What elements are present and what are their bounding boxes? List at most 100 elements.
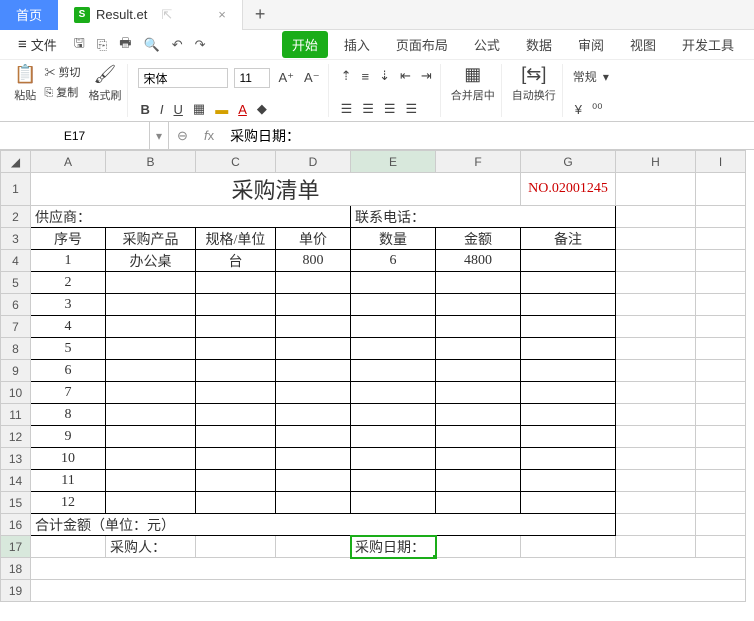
cell-price[interactable] (276, 360, 351, 382)
total-label[interactable]: 合计金额（单位：元） (31, 514, 616, 536)
cell-amount[interactable] (436, 382, 521, 404)
th-spec[interactable]: 规格/单位 (196, 228, 276, 250)
cell-seq[interactable]: 9 (31, 426, 106, 448)
cell-note[interactable] (521, 382, 616, 404)
decrease-font-icon[interactable]: A⁻ (302, 70, 322, 86)
cell-note[interactable] (521, 426, 616, 448)
menu-data[interactable]: 数据 (516, 31, 562, 58)
align-bottom-icon[interactable]: ⇣ (377, 68, 392, 84)
col-header[interactable]: C (196, 151, 276, 173)
cell-spec[interactable] (196, 338, 276, 360)
cell-qty[interactable] (351, 382, 436, 404)
cell-qty[interactable] (351, 426, 436, 448)
th-seq[interactable]: 序号 (31, 228, 106, 250)
col-header[interactable]: B (106, 151, 196, 173)
cell-price[interactable] (276, 338, 351, 360)
col-header[interactable]: I (696, 151, 746, 173)
cell-seq[interactable]: 6 (31, 360, 106, 382)
align-middle-icon[interactable]: ≡ (359, 69, 371, 84)
copy-button[interactable]: ⎘ 复制 (44, 84, 80, 100)
contact-label[interactable]: 联系电话： (351, 206, 616, 228)
row-header[interactable]: 16 (1, 514, 31, 536)
cell-product[interactable] (106, 360, 196, 382)
cell-product[interactable] (106, 338, 196, 360)
cell-qty[interactable] (351, 294, 436, 316)
row-header[interactable]: 5 (1, 272, 31, 294)
close-icon[interactable]: × (218, 7, 226, 22)
cell-amount[interactable] (436, 338, 521, 360)
tab-new[interactable]: + (243, 0, 278, 30)
print-icon[interactable]: 🖶 (116, 34, 134, 56)
align-left-icon[interactable]: ☰ (339, 101, 355, 117)
doc-number[interactable]: NO.02001245 (521, 173, 616, 206)
cell-note[interactable] (521, 338, 616, 360)
col-header[interactable]: F (436, 151, 521, 173)
preview-icon[interactable]: 🔍 (141, 37, 163, 53)
redo-icon[interactable]: ↷ (192, 37, 209, 53)
cell-amount[interactable] (436, 360, 521, 382)
col-header[interactable]: A (31, 151, 106, 173)
cell-spec[interactable]: 台 (196, 250, 276, 272)
cell-qty[interactable] (351, 272, 436, 294)
cell-amount[interactable] (436, 448, 521, 470)
row-header[interactable]: 17 (1, 536, 31, 558)
cell-product[interactable] (106, 470, 196, 492)
font-name-combo[interactable] (138, 68, 228, 88)
col-header[interactable]: E (351, 151, 436, 173)
cell-amount[interactable] (436, 294, 521, 316)
cell-product[interactable] (106, 492, 196, 514)
save-icon[interactable]: 🖫 (71, 34, 88, 56)
cell-qty[interactable] (351, 448, 436, 470)
row-header[interactable]: 12 (1, 426, 31, 448)
cell-seq[interactable]: 5 (31, 338, 106, 360)
cell-seq[interactable]: 3 (31, 294, 106, 316)
bold-button[interactable]: B (138, 102, 151, 117)
cell-seq[interactable]: 2 (31, 272, 106, 294)
row-header[interactable]: 1 (1, 173, 31, 206)
align-right-icon[interactable]: ☰ (382, 101, 398, 117)
cell-product[interactable] (106, 294, 196, 316)
cell-seq[interactable]: 1 (31, 250, 106, 272)
select-all-cell[interactable]: ◢ (1, 151, 31, 173)
buyer-label[interactable]: 采购人： (106, 536, 196, 558)
cell-note[interactable] (521, 448, 616, 470)
cell-qty[interactable]: 6 (351, 250, 436, 272)
cell-seq[interactable]: 11 (31, 470, 106, 492)
cell-seq[interactable]: 7 (31, 382, 106, 404)
row-header[interactable]: 15 (1, 492, 31, 514)
cell-amount[interactable]: 4800 (436, 250, 521, 272)
cell-product[interactable] (106, 448, 196, 470)
border-button[interactable]: ▦ (191, 101, 207, 117)
percent-icon[interactable]: ⁰⁰ (590, 101, 604, 117)
cell-seq[interactable]: 8 (31, 404, 106, 426)
menu-review[interactable]: 审阅 (568, 31, 614, 58)
indent-right-icon[interactable]: ⇥ (419, 68, 434, 84)
menu-layout[interactable]: 页面布局 (386, 31, 458, 58)
cell-price[interactable] (276, 316, 351, 338)
cell-amount[interactable] (436, 404, 521, 426)
formula-input[interactable] (222, 122, 754, 149)
cell-spec[interactable] (196, 448, 276, 470)
number-format-combo[interactable]: 常规 (573, 68, 597, 85)
highlight-button[interactable]: ◆ (255, 101, 269, 117)
menu-formula[interactable]: 公式 (464, 31, 510, 58)
cell-price[interactable] (276, 272, 351, 294)
cell-product[interactable] (106, 404, 196, 426)
font-color-button[interactable]: A (236, 102, 249, 117)
th-amount[interactable]: 金额 (436, 228, 521, 250)
row-header[interactable]: 14 (1, 470, 31, 492)
cell-note[interactable] (521, 272, 616, 294)
row-header[interactable]: 10 (1, 382, 31, 404)
row-header[interactable]: 18 (1, 558, 31, 580)
cell-price[interactable] (276, 404, 351, 426)
cell-note[interactable] (521, 294, 616, 316)
fill-handle[interactable] (432, 554, 436, 558)
cell-price[interactable]: 800 (276, 250, 351, 272)
cell-price[interactable] (276, 492, 351, 514)
spreadsheet-grid[interactable]: ◢ A B C D E F G H I 1 采购清单 NO.02001245 2… (0, 150, 754, 620)
wrap-button[interactable]: [⇆] 自动换行 (512, 64, 556, 103)
cell-note[interactable] (521, 250, 616, 272)
row-header[interactable]: 2 (1, 206, 31, 228)
row-header[interactable]: 9 (1, 360, 31, 382)
cell-seq[interactable]: 12 (31, 492, 106, 514)
